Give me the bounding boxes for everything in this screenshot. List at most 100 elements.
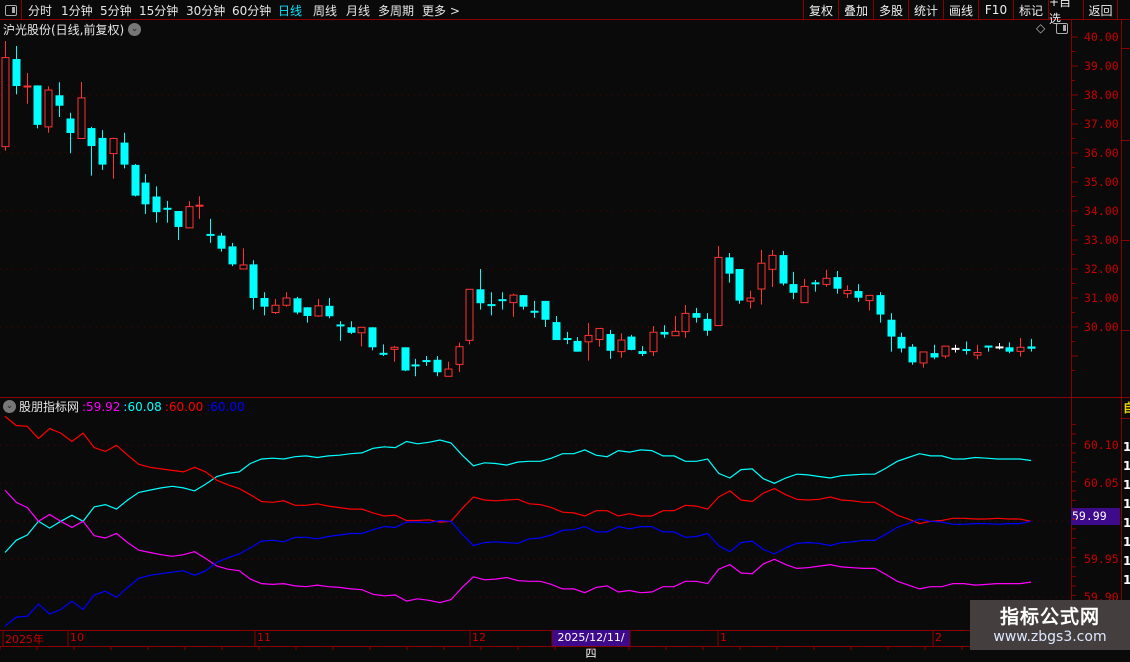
candle-body-up [919,351,928,364]
candle-body-up [649,331,658,353]
candle-body-down [692,313,701,318]
candle-body-up [584,334,593,343]
candle-body-up [465,288,474,341]
candle-body-up [271,304,280,313]
candle-body-down [876,295,885,315]
candle-body-up [865,294,874,302]
candle-body-down [12,59,21,87]
candle-body-down [152,196,161,213]
candle-body-down [519,295,528,307]
candle-body-up [195,204,204,207]
candle-body-down [530,310,539,313]
candle-body-up [314,305,323,317]
stock-chart-window: 分时 1分钟 5分钟 15分钟 30分钟 60分钟 日线 周线 月线 多周期 更… [0,0,1130,660]
candle-body-down [638,351,647,354]
candle-body-up [185,206,194,229]
candle-body-up [843,289,852,295]
candle-body-up [714,256,723,327]
candle-body-flat [951,347,960,350]
candle-body-up [941,345,950,357]
candle-body-up [282,297,291,306]
candle-body-up [239,264,248,270]
candle-body-up [671,330,680,337]
candle-body-down [833,277,842,289]
candle-body-down [120,142,129,165]
candle-body-down [887,319,896,337]
watermark-url: www.zbgs3.com [993,629,1107,645]
indicator-line-magenta [4,489,1032,604]
candle-body-down [206,233,215,236]
candle-body-down [55,95,64,106]
candle-body-down [725,257,734,274]
candle-body-flat [995,346,1004,349]
candle-body-down [131,164,140,196]
candle-body-down [174,211,183,227]
candle-body-down [1005,347,1014,352]
candle-body-down [563,338,572,341]
watermark-title: 指标公式网 [999,606,1100,628]
candle-body-down [228,246,237,265]
candle-body-up [509,294,518,304]
candle-body-up [444,368,453,377]
candle-body-down [498,299,507,302]
candle-body-up [768,254,777,270]
candle-body-up [23,85,32,88]
indicator-line-red [4,415,1032,525]
watermark: 指标公式网 www.zbgs3.com [970,600,1130,650]
candle-body-down [33,85,42,125]
candle-body-down [552,322,561,341]
candle-body-down [627,336,636,350]
candle-body-up [109,138,118,155]
candle-body-down [930,353,939,358]
candle-body-down [476,289,485,304]
candle-body-up [455,346,464,365]
candle-body-down [379,352,388,355]
candle-body-down [854,291,863,298]
candle-body-down [541,300,550,320]
chart-canvas[interactable] [0,0,1130,650]
candle-body-down [487,304,496,307]
candle-body-down [87,128,96,147]
candle-body-down [606,333,615,351]
candle-body-down [347,327,356,333]
candle-body-down [401,347,410,371]
candle-body-down [141,182,150,205]
candle-body-down [433,359,442,373]
candle-body-down [908,346,917,363]
candle-body-up [617,339,626,353]
candle-body-up [390,346,399,350]
candle-body-down [735,269,744,301]
candle-body-down [1027,346,1036,349]
candle-body-down [962,349,971,352]
candle-body-up [973,352,982,356]
candle-body-down [897,336,906,349]
candle-body-up [77,97,86,139]
candle-body-up [1016,346,1025,352]
candle-body-down [811,282,820,285]
candle-body-down [336,324,345,327]
candle-body-down [66,118,75,133]
candle-body-down [422,360,431,363]
candle-body-down [411,364,420,367]
candle-body-down [325,305,334,317]
candle-body-up [800,285,809,304]
candle-body-down [789,284,798,293]
candle-body-down [163,207,172,210]
candle-body-down [660,331,669,335]
candle-body-up [595,327,604,340]
indicator-line-cyan [4,439,1032,553]
candle-body-down [249,264,258,298]
candle-body-down [368,327,377,348]
candle-body-down [303,307,312,316]
candle-body-down [260,298,269,307]
candle-body-up [357,326,366,334]
candle-body-up [822,277,831,285]
candle-body-down [573,340,582,352]
candle-body-up [757,262,766,290]
candle-body-down [217,235,226,249]
candle-body-down [293,298,302,313]
indicator-line-blue [4,518,1032,627]
candle-body-down [98,137,107,165]
candle-body-up [681,312,690,333]
candle-body-down [703,318,712,331]
